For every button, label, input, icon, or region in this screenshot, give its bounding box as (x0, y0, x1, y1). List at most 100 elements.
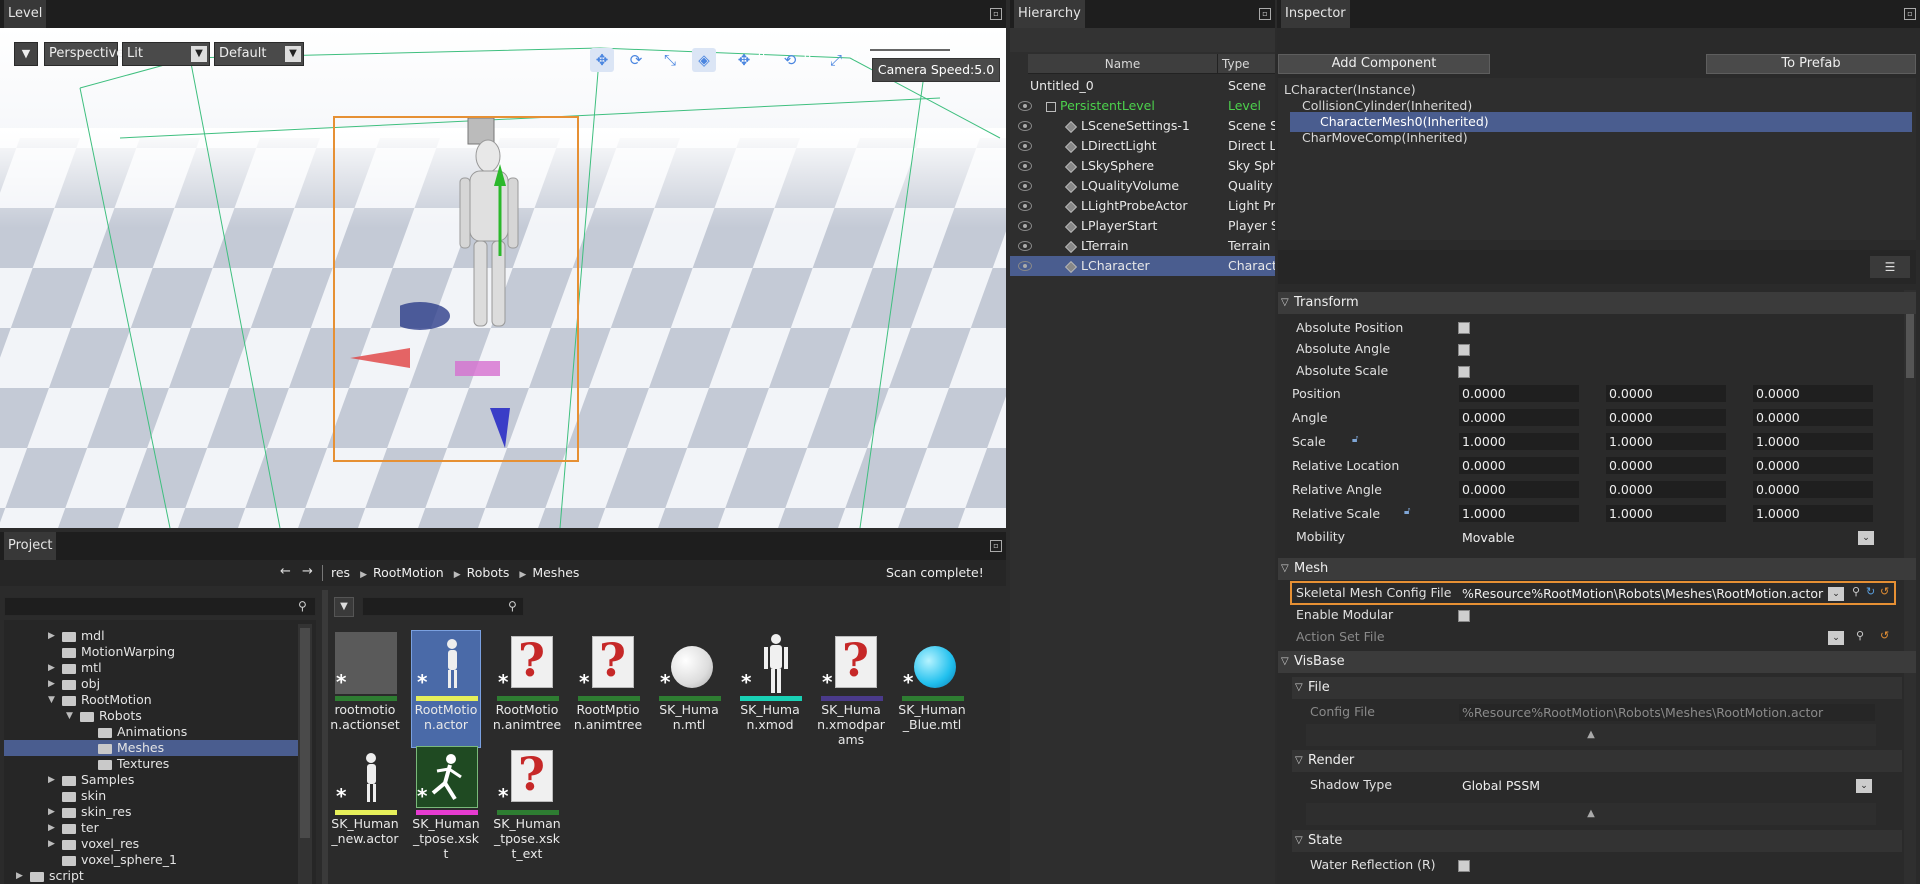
tree-folder-item[interactable]: ▶ mtl (4, 660, 298, 676)
transform-value-field[interactable]: 0.0000 (1605, 384, 1727, 403)
asset-item[interactable]: * SK_Human.mtl (654, 632, 732, 744)
mobility-select[interactable]: Movable (1458, 528, 1878, 547)
tree-folder-item[interactable]: ▼ Robots (4, 708, 298, 724)
transform-value-field[interactable]: 1.0000 (1605, 432, 1727, 451)
transform-section-header[interactable]: Transform (1278, 292, 1916, 314)
search-icon[interactable]: ⚲ (298, 599, 307, 613)
tree-scrollbar[interactable] (298, 624, 312, 884)
expand-closed-icon[interactable]: ▶ (48, 772, 55, 788)
asset-item[interactable]: * RootMotion.animtree (492, 632, 570, 744)
visibility-eye-icon[interactable] (1018, 101, 1032, 111)
hierarchy-row[interactable]: PersistentLevel Level (1010, 96, 1275, 116)
camera-speed-slider[interactable] (870, 49, 950, 51)
lit-dropdown[interactable]: Lit ▼ (122, 42, 210, 66)
tree-folder-item[interactable]: ▶ obj (4, 676, 298, 692)
inspector-tab[interactable]: Inspector (1281, 0, 1350, 28)
refresh-icon[interactable]: ↻ (1866, 585, 1875, 598)
tree-folder-item[interactable]: voxel_sphere_1 (4, 852, 298, 868)
transform-value-field[interactable]: 0.0000 (1458, 456, 1580, 475)
transform-value-field[interactable]: 0.0000 (1752, 480, 1874, 499)
asset-item[interactable]: * SK_Human_tpose.xskt (411, 746, 489, 861)
perspective-button[interactable]: Perspective (44, 42, 124, 66)
component-move[interactable]: CharMoveComp(Inherited) (1302, 128, 1468, 148)
hierarchy-row[interactable]: Untitled_0 Scene (1010, 76, 1275, 96)
expand-open-icon[interactable]: ▼ (66, 708, 73, 724)
file-subsection-header[interactable]: File (1292, 677, 1902, 699)
to-prefab-button[interactable]: To Prefab (1706, 54, 1916, 74)
lock-icon[interactable]: 🔓︎ (1404, 506, 1410, 517)
visibility-eye-icon[interactable] (1018, 161, 1032, 171)
chevron-down-icon[interactable]: ⌄ (1828, 631, 1844, 645)
asset-search-input[interactable] (362, 597, 524, 616)
visibility-eye-icon[interactable] (1018, 261, 1032, 271)
search-icon[interactable]: ⚲ (1856, 629, 1864, 642)
tree-folder-item[interactable]: Textures (4, 756, 298, 772)
file-collapse-bar[interactable]: ▲ (1306, 724, 1876, 746)
breadcrumb-item[interactable]: Robots (467, 565, 510, 580)
menu-icon[interactable]: ☰ (1870, 256, 1910, 278)
breadcrumb-item[interactable]: res (331, 565, 350, 580)
transform-value-field[interactable]: 0.0000 (1752, 408, 1874, 427)
visibility-eye-icon[interactable] (1018, 121, 1032, 131)
absolute-angle-checkbox[interactable] (1458, 344, 1470, 356)
hierarchy-row[interactable]: LDirectLight Direct L (1010, 136, 1275, 156)
visibility-eye-icon[interactable] (1018, 181, 1032, 191)
hierarchy-row[interactable]: LQualityVolume Quality (1010, 176, 1275, 196)
pin-icon[interactable]: ▫ (1904, 8, 1916, 20)
asset-item[interactable]: * SK_Human.xmodparams (816, 632, 894, 747)
mesh-section-header[interactable]: Mesh (1278, 558, 1916, 580)
default-dropdown[interactable]: Default ▼ (214, 42, 304, 66)
render-subsection-header[interactable]: Render (1292, 750, 1902, 772)
enable-modular-checkbox[interactable] (1458, 610, 1470, 622)
pin-icon[interactable]: ▫ (990, 8, 1002, 20)
inspector-scrollbar[interactable] (1904, 290, 1916, 884)
chevron-down-icon[interactable]: ⌄ (1858, 531, 1874, 545)
shadow-type-select[interactable]: Global PSSM (1458, 776, 1876, 795)
add-component-button[interactable]: Add Component (1278, 54, 1490, 74)
absolute-position-checkbox[interactable] (1458, 322, 1470, 334)
lock-icon[interactable]: 🔓︎ (1352, 434, 1358, 445)
reset-icon[interactable]: ↺ (1880, 585, 1889, 598)
tree-folder-item[interactable]: ▶ skin_res (4, 804, 298, 820)
transform-value-field[interactable]: 0.0000 (1605, 456, 1727, 475)
tree-folder-item[interactable]: MotionWarping (4, 644, 298, 660)
scale-tool-icon[interactable]: ⤡ (658, 48, 682, 72)
hierarchy-row[interactable]: LLightProbeActor Light Pr (1010, 196, 1275, 216)
level-tab[interactable]: Level (4, 0, 47, 28)
search-icon[interactable]: ⚲ (1852, 585, 1860, 598)
transform-value-field[interactable]: 0.0000 (1458, 408, 1580, 427)
expand-closed-icon[interactable]: ▶ (48, 660, 55, 676)
asset-item[interactable]: * SK_Human_tpose.xskt_ext (492, 746, 570, 861)
snap-rotate-icon[interactable]: ⟲ (778, 48, 802, 72)
pin-icon[interactable]: ▫ (1259, 8, 1271, 20)
water-reflection-checkbox[interactable] (1458, 860, 1470, 872)
skeletal-mesh-field[interactable]: %Resource%RootMotion\Robots\Meshes\RootM… (1458, 584, 1840, 603)
asset-item[interactable]: * SK_Human_Blue.mtl (897, 632, 975, 744)
asset-item[interactable]: * SK_Human_new.actor (330, 746, 408, 858)
scene-viewport[interactable]: ▼ Perspective Lit ▼ Default ▼ ✥ ⟳ ⤡ ◈ ✥ 0 … (0, 28, 1006, 528)
expand-closed-icon[interactable]: ▶ (48, 628, 55, 644)
visbase-section-header[interactable]: VisBase (1278, 651, 1916, 673)
expand-closed-icon[interactable]: ▶ (48, 820, 55, 836)
transform-value-field[interactable]: 0.0000 (1605, 480, 1727, 499)
asset-item[interactable]: * rootmotion.actionset (330, 632, 408, 744)
tree-folder-item[interactable]: Animations (4, 724, 298, 740)
hierarchy-row[interactable]: LPlayerStart Player S (1010, 216, 1275, 236)
transform-value-field[interactable]: 0.0000 (1752, 384, 1874, 403)
visibility-eye-icon[interactable] (1018, 241, 1032, 251)
col-name-header[interactable]: Name (1028, 54, 1218, 74)
back-arrow-icon[interactable]: ← (280, 564, 291, 579)
tree-folder-item[interactable]: ▶ script (4, 868, 298, 884)
visibility-eye-icon[interactable] (1018, 141, 1032, 151)
transform-value-field[interactable]: 0.0000 (1458, 384, 1580, 403)
hierarchy-tab[interactable]: Hierarchy (1014, 0, 1085, 28)
transform-value-field[interactable]: 0.0000 (1458, 480, 1580, 499)
tree-folder-item[interactable]: ▶ mdl (4, 628, 298, 644)
render-collapse-bar[interactable]: ▲ (1306, 803, 1876, 825)
viewport-menu-button[interactable]: ▼ (14, 42, 38, 66)
expand-closed-icon[interactable]: ▶ (48, 804, 55, 820)
reset-icon[interactable]: ↺ (1880, 629, 1889, 642)
tree-folder-item[interactable]: skin (4, 788, 298, 804)
tree-folder-item[interactable]: ▶ voxel_res (4, 836, 298, 852)
rotate-tool-icon[interactable]: ⟳ (624, 48, 648, 72)
